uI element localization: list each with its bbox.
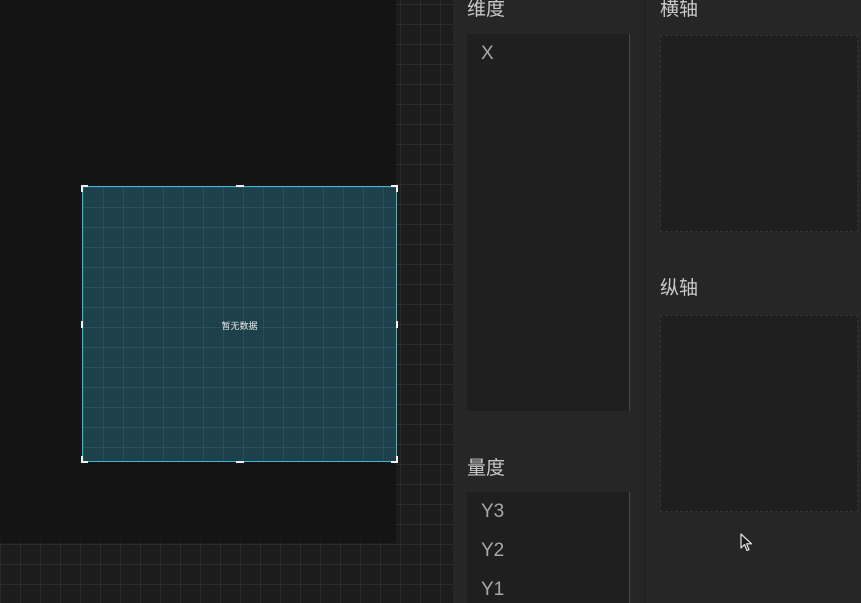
resize-handle-bottom-left[interactable] xyxy=(81,456,83,463)
dimension-title: 维度 xyxy=(467,0,506,20)
resize-handle-top-right[interactable] xyxy=(396,185,398,192)
dimension-field-item[interactable]: X xyxy=(467,34,629,73)
resize-handle-bottom-right[interactable] xyxy=(396,456,398,463)
resize-handle-bottom[interactable] xyxy=(236,461,244,463)
column-divider xyxy=(644,0,645,603)
resize-handle-left[interactable] xyxy=(81,321,83,328)
measure-title: 量度 xyxy=(467,458,506,479)
resize-handle-top[interactable] xyxy=(236,185,244,187)
resize-handle-top-left[interactable] xyxy=(81,185,83,192)
y-axis-drop-zone[interactable] xyxy=(660,315,858,512)
dimension-field-list[interactable]: X xyxy=(467,34,630,411)
measure-field-list[interactable]: Y3 Y2 Y1 xyxy=(467,492,630,603)
chart-editor: 暂无数据 维度 X 量度 Y3 Y2 Y1 横轴 纵轴 xyxy=(0,0,861,603)
measure-field-item[interactable]: Y1 xyxy=(467,570,629,603)
design-canvas[interactable]: 暂无数据 xyxy=(0,0,453,603)
measure-field-item[interactable]: Y2 xyxy=(467,531,629,570)
resize-handle-right[interactable] xyxy=(396,321,398,328)
chart-component[interactable]: 暂无数据 xyxy=(81,185,398,463)
x-axis-title: 横轴 xyxy=(660,0,699,20)
x-axis-drop-zone[interactable] xyxy=(660,35,858,232)
measure-field-item[interactable]: Y3 xyxy=(467,492,629,531)
y-axis-title: 纵轴 xyxy=(660,278,699,299)
mouse-cursor-icon xyxy=(740,533,753,552)
empty-data-text: 暂无数据 xyxy=(221,321,258,331)
